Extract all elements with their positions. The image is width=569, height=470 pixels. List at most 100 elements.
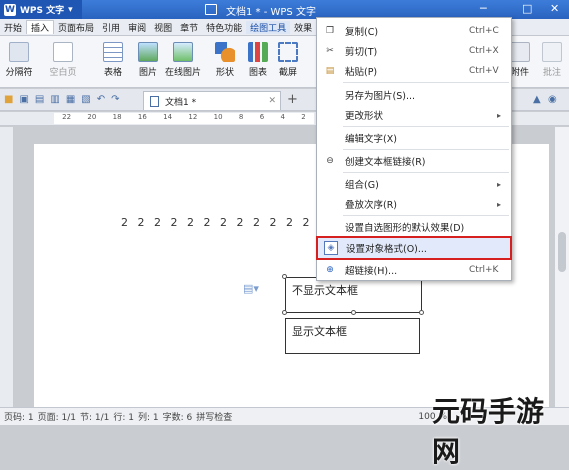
picture-icon [138, 42, 158, 62]
menu-insert[interactable]: 插入 [26, 20, 55, 34]
paste-options-icon[interactable]: ▤▾ [243, 282, 259, 295]
vertical-ruler [0, 127, 14, 407]
textbox-visible-label: 显示文本框 [292, 325, 347, 338]
ruler-tick: 6 [259, 113, 265, 121]
table-icon [103, 42, 123, 62]
menu-effects[interactable]: 效果 [290, 21, 316, 34]
menu-item-save-as-picture[interactable]: 另存为图片(S)... [317, 85, 511, 105]
close-tab-icon[interactable]: ✕ [268, 96, 276, 106]
menu-drawing-tools[interactable]: 绘图工具 [246, 20, 291, 34]
undo-icon[interactable]: ↶ [97, 94, 105, 105]
menu-start[interactable]: 开始 [0, 21, 26, 34]
textbox-hidden-label: 不显示文本框 [292, 284, 358, 297]
close-icon[interactable]: ✕ [550, 2, 559, 15]
minimize-icon[interactable]: ─ [480, 2, 487, 15]
wps-logo-icon: W [4, 3, 16, 16]
menu-separator [343, 172, 509, 173]
menu-separator [343, 149, 509, 150]
submenu-arrow-icon: ▸ [497, 199, 502, 209]
tab-document[interactable]: 文档1 * ✕ [143, 91, 281, 110]
menu-item-cut[interactable]: ✂ 剪切(T) Ctrl+X [317, 41, 511, 61]
wps-app-button[interactable]: W WPS 文字 ▾ [0, 0, 82, 19]
submenu-arrow-icon: ▸ [497, 110, 502, 120]
menu-references[interactable]: 引用 [98, 21, 124, 34]
document-icon [205, 4, 217, 15]
ruler-tick: 10 [213, 113, 223, 121]
resize-handle[interactable] [282, 310, 287, 315]
hyperlink-icon: ⊕ [326, 265, 334, 275]
open-folder-icon[interactable]: ■ [4, 94, 13, 105]
menu-item-group[interactable]: 组合(G) ▸ [317, 174, 511, 194]
menu-view[interactable]: 视图 [150, 21, 176, 34]
comment-button[interactable]: 批注 [537, 42, 567, 78]
comment-icon [542, 42, 562, 62]
export-icon[interactable]: ▤ [35, 94, 44, 105]
status-section: 节: 1/1 [80, 413, 110, 423]
maximize-icon[interactable]: □ [522, 2, 532, 15]
ruler-tick: 2 [301, 113, 306, 121]
ruler-tick: 12 [188, 113, 198, 121]
new-tab-button[interactable]: + [287, 92, 298, 107]
screenshot-icon [278, 42, 298, 62]
chart-icon [248, 42, 268, 62]
status-page-number: 页码: 1 [4, 413, 34, 423]
picture-button[interactable]: 图片 [133, 42, 163, 78]
menu-review[interactable]: 审阅 [124, 21, 150, 34]
ruler-tick: 8 [238, 113, 244, 121]
quick-access-icons: ■ ▣ ▤ ▥ ▦ ▧ ↶ ↷ [4, 94, 120, 105]
chevron-down-icon: ▾ [68, 4, 73, 15]
blank-page-button[interactable]: 空白页 [48, 42, 78, 78]
menu-special[interactable]: 特色功能 [202, 21, 246, 34]
page-break-icon [9, 42, 29, 62]
redo-icon[interactable]: ↷ [111, 94, 119, 105]
ruler-tick: 20 [87, 113, 97, 121]
menu-item-create-textbox-link[interactable]: ⊖ 创建文本框链接(R) [317, 151, 511, 171]
format-painter-icon[interactable]: ▧ [81, 94, 90, 105]
status-row: 行: 1 [113, 413, 135, 423]
document-tab-label: 文档1 * [165, 97, 197, 108]
chart-button[interactable]: 图表 [243, 42, 273, 78]
copy-icon: ❐ [325, 26, 335, 36]
menu-item-format-object[interactable]: ◈ 设置对象格式(O)... [316, 236, 512, 260]
ruler-tick: 4 [280, 113, 285, 121]
menu-page-layout[interactable]: 页面布局 [54, 21, 98, 34]
status-pages: 页面: 1/1 [37, 413, 77, 423]
menu-item-paste[interactable]: ▤ 粘贴(P) Ctrl+V [317, 61, 511, 81]
submenu-arrow-icon: ▸ [497, 179, 502, 189]
scrollbar-thumb[interactable] [558, 232, 566, 272]
resize-handle[interactable] [419, 310, 424, 315]
screenshot-button[interactable]: 截屏 [273, 42, 303, 78]
resize-handle[interactable] [282, 274, 287, 279]
menu-item-stack-order[interactable]: 叠放次序(R) ▸ [317, 194, 511, 214]
menu-item-hyperlink[interactable]: ⊕ 超链接(H)... Ctrl+K [317, 260, 511, 280]
save-icon[interactable]: ▣ [19, 94, 28, 105]
menu-separator [343, 82, 509, 83]
spell-check-toggle[interactable]: 拼写检查 [196, 410, 232, 423]
print-icon[interactable]: ▥ [50, 94, 59, 105]
menu-item-edit-text[interactable]: 编辑文字(X) [317, 128, 511, 148]
status-column: 列: 1 [138, 413, 159, 423]
menu-section[interactable]: 章节 [176, 21, 202, 34]
settings-icon[interactable]: ◉ [548, 94, 557, 105]
online-picture-icon [173, 42, 193, 62]
menu-item-set-default-shape-effect[interactable]: 设置自选图形的默认效果(D) [317, 217, 511, 237]
cloud-icon[interactable]: ▲ [533, 94, 541, 105]
textbox-hidden-border[interactable]: 不显示文本框 [285, 277, 422, 313]
shape-icon [215, 42, 235, 62]
status-word-count: 字数: 6 [162, 413, 193, 423]
format-object-icon: ◈ [324, 241, 338, 255]
blank-page-icon [53, 42, 73, 62]
context-menu: ❐ 复制(C) Ctrl+C ✂ 剪切(T) Ctrl+X ▤ 粘贴(P) Ctrl+V 另… [316, 17, 512, 281]
menu-item-change-shape[interactable]: 更改形状 ▸ [317, 105, 511, 125]
online-picture-button[interactable]: 在线图片 [165, 42, 201, 78]
table-button[interactable]: 表格 [98, 42, 128, 78]
page-break-button[interactable]: 分隔符 [4, 42, 34, 78]
preview-icon[interactable]: ▦ [66, 94, 75, 105]
textbox-visible-border[interactable]: 显示文本框 [285, 318, 420, 354]
document-tab-icon [150, 95, 159, 107]
resize-handle[interactable] [351, 310, 356, 315]
menu-item-copy[interactable]: ❐ 复制(C) Ctrl+C [317, 21, 511, 41]
shape-button[interactable]: 形状 [210, 42, 240, 78]
watermark: 元码手游网 [432, 395, 545, 468]
scissors-icon: ✂ [326, 46, 334, 56]
